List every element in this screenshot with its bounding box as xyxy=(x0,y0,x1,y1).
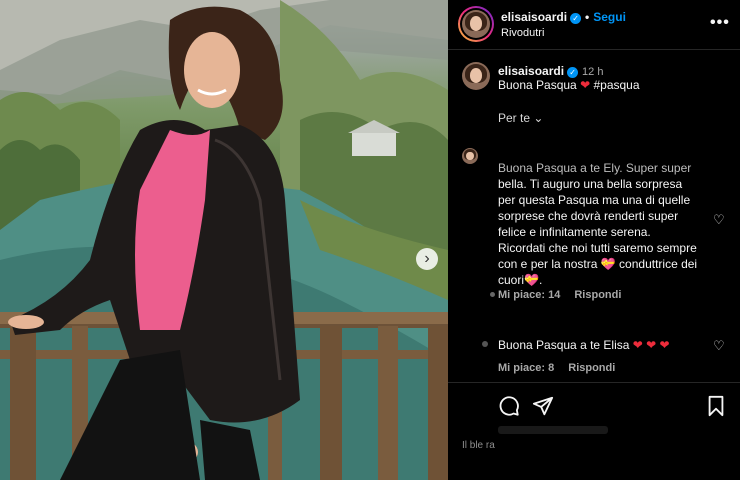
story-ring[interactable] xyxy=(458,6,494,42)
commenter-avatar[interactable] xyxy=(462,148,478,164)
comment-line: con e per la nostra xyxy=(498,257,598,271)
separator-dot: • xyxy=(585,10,590,24)
likes-placeholder-bar xyxy=(498,426,608,434)
comment-marker xyxy=(490,292,495,297)
verified-badge-icon: ✓ xyxy=(567,67,579,78)
comment-icon[interactable] xyxy=(498,395,520,417)
reply-button[interactable]: Rispondi xyxy=(574,289,621,301)
chevron-right-icon: › xyxy=(424,250,430,267)
comment-like-heart-icon[interactable]: ♡ xyxy=(713,338,725,354)
post-photo[interactable]: › xyxy=(0,0,448,480)
caption-avatar[interactable] xyxy=(462,62,490,90)
comment-line: conduttrice dei xyxy=(619,257,698,271)
verified-badge-icon: ✓ xyxy=(570,13,582,24)
location-label[interactable]: Rivodutri xyxy=(501,27,544,39)
comment-1-meta: Mi piace: 14 Rispondi xyxy=(498,289,635,301)
comment-line: per questa Pasqua ma una di quelle xyxy=(498,193,691,207)
heart-gift-emoji-icon: 💝 xyxy=(600,257,616,271)
post-header: elisaisoardi ✓ • Segui Rivodutri ••• xyxy=(448,0,740,50)
comment-line-group: con e per la nostra 💝 conduttrice dei xyxy=(498,256,718,272)
avatar[interactable] xyxy=(462,10,490,38)
comment-line: felice e infinitamente serena. xyxy=(498,225,651,239)
comment-likes[interactable]: Mi piace: 8 xyxy=(498,362,554,374)
caption-time: 12 h xyxy=(582,66,604,78)
carousel-next-button[interactable]: › xyxy=(416,248,438,270)
comment-sort-dropdown[interactable]: Per te ⌄ xyxy=(498,111,543,125)
comment-line: Buona Pasqua a te Ely. Super super xyxy=(498,161,692,175)
comment-line: bella. Ti auguro una bella sorpresa xyxy=(498,177,683,191)
period: . xyxy=(538,273,543,287)
photo-scene xyxy=(0,0,448,480)
comment-line-group: cuori💝. xyxy=(498,272,718,288)
heart-emoji-icon: ❤ ❤ ❤ xyxy=(632,338,670,352)
comment-line: cuori xyxy=(498,273,525,287)
comment-like-heart-icon[interactable]: ♡ xyxy=(713,212,725,228)
comment-line: sorprese che dovrà renderti super xyxy=(498,209,679,223)
heart-emoji-icon: ❤ xyxy=(580,78,591,92)
comment-1-text: Buona Pasqua a te Ely. Super super bella… xyxy=(498,160,718,288)
reply-button[interactable]: Rispondi xyxy=(568,362,615,374)
sort-label: Per te xyxy=(498,111,531,125)
bookmark-icon[interactable] xyxy=(706,395,726,417)
comment-line: Ricordati che noi tutti saremo sempre xyxy=(498,241,697,255)
post-side-panel: elisaisoardi ✓ • Segui Rivodutri ••• elisai… xyxy=(448,0,740,480)
heart-gift-emoji-icon: 💝 xyxy=(524,273,539,287)
header-user-row: elisaisoardi ✓ • Segui xyxy=(501,10,626,24)
caption-body: Buona Pasqua xyxy=(498,78,577,92)
caption-user-row: elisaisoardi ✓ 12 h xyxy=(498,64,603,78)
header-username[interactable]: elisaisoardi xyxy=(501,10,567,24)
comment-body: Buona Pasqua a te Elisa xyxy=(498,338,630,352)
hashtag-link[interactable]: #pasqua xyxy=(593,78,639,92)
comment-2-meta: Mi piace: 8 Rispondi xyxy=(498,362,629,374)
caption-username[interactable]: elisaisoardi xyxy=(498,64,564,78)
comment-2-text: Buona Pasqua a te Elisa ❤ ❤ ❤ xyxy=(498,338,670,352)
comment-marker xyxy=(482,341,488,347)
follow-button[interactable]: Segui xyxy=(593,10,626,24)
chevron-down-icon: ⌄ xyxy=(533,111,544,125)
comment-likes[interactable]: Mi piace: 14 xyxy=(498,289,560,301)
post-actions-bar xyxy=(448,382,740,432)
caption-text: Buona Pasqua ❤ #pasqua xyxy=(498,78,640,92)
more-horizontal-icon[interactable]: ••• xyxy=(710,14,730,32)
share-icon[interactable] xyxy=(532,395,554,417)
footer-text: Il ble ra xyxy=(462,440,495,451)
